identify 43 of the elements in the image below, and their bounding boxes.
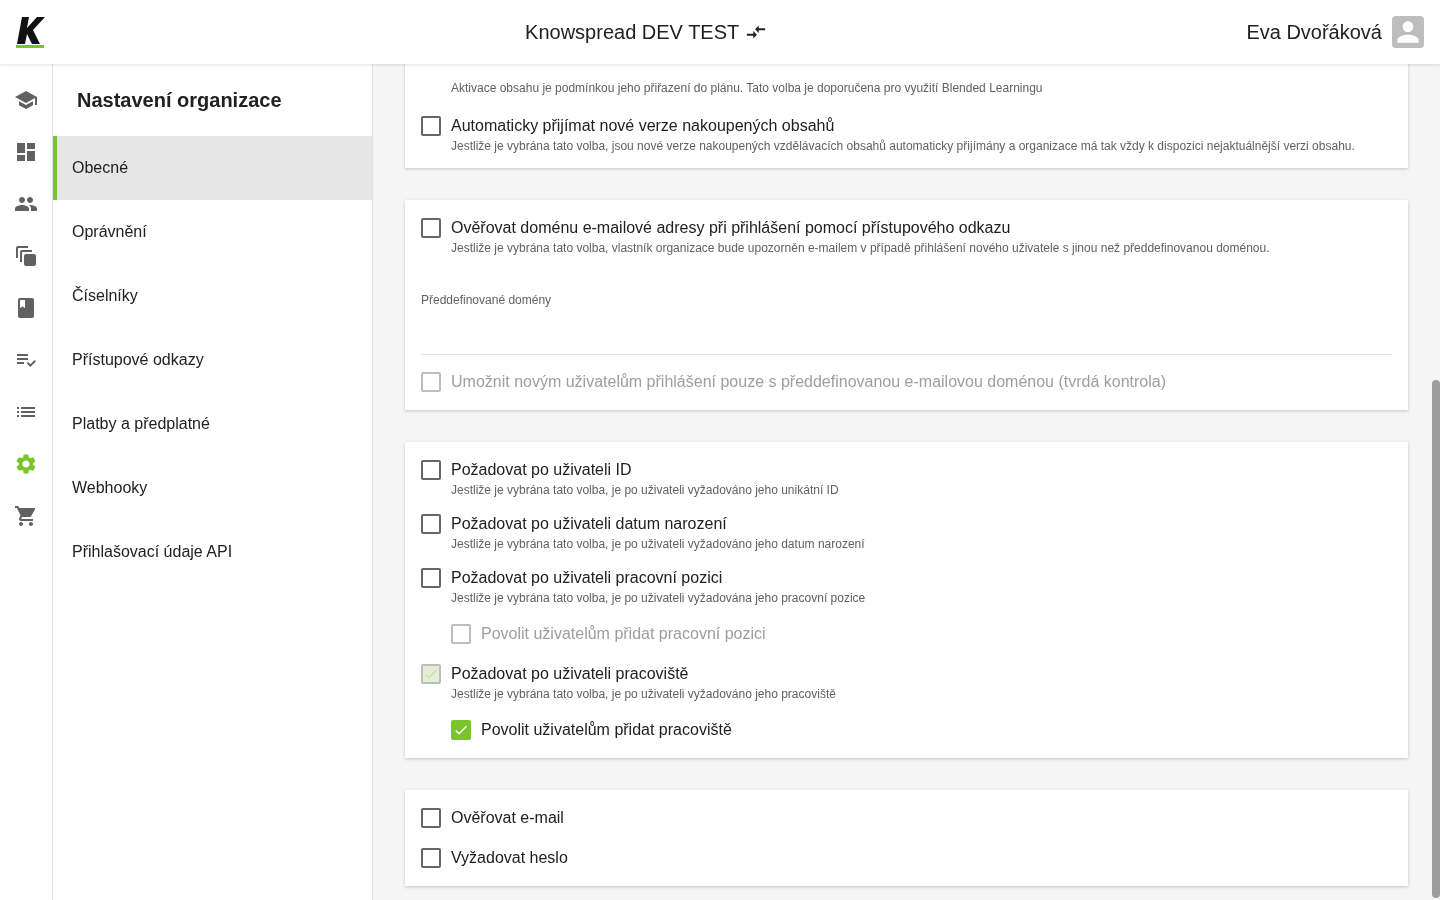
checkbox[interactable] bbox=[421, 808, 441, 828]
option-description: Jestliže je vybrána tato volba, je po uživateli vyžadováno jeho unikátní ID bbox=[451, 483, 839, 497]
option-label: Požadovat po uživateli datum narození bbox=[451, 514, 728, 534]
option-label: Povolit uživatelům přidat pracoviště bbox=[481, 720, 732, 740]
cart-icon[interactable] bbox=[14, 504, 38, 528]
option-description: Aktivace obsahu je podmínkou jeho přiřazení do plánu. Tato volba je doporučena pro využití Blended Learningu bbox=[451, 81, 1043, 95]
domains-field[interactable]: Předdefinované domény bbox=[421, 279, 1392, 355]
option-description: Jestliže je vybrána tato volba, je po uživateli vyžadováno jeho datum narození bbox=[451, 537, 865, 551]
menu-item[interactable]: Webhooky bbox=[53, 456, 372, 520]
scrollbar-thumb[interactable] bbox=[1432, 380, 1440, 898]
logo[interactable] bbox=[16, 15, 46, 49]
checkbox[interactable] bbox=[421, 514, 441, 534]
menu-item[interactable]: Přístupové odkazy bbox=[53, 328, 372, 392]
menu-item[interactable]: Platby a předplatné bbox=[53, 392, 372, 456]
stacked-cards-icon[interactable] bbox=[14, 244, 38, 268]
option-label: Povolit uživatelům přidat pracovní pozici bbox=[481, 624, 766, 644]
dashboard-icon[interactable] bbox=[14, 140, 38, 164]
graduation-cap-icon[interactable] bbox=[14, 88, 38, 112]
option-label: Ověřovat doménu e-mailové adresy při přihlášení pomocí přístupového odkazu bbox=[451, 218, 1012, 238]
checkbox[interactable] bbox=[421, 218, 441, 238]
option-label: Umožnit novým uživatelům přihlášení pouze s předdefinovanou e-mailovou doménou (tvrdá kontrola) bbox=[451, 372, 1167, 392]
option-description: Jestliže je vybrána tato volba, je po uživateli vyžadováno jeho pracoviště bbox=[451, 687, 836, 701]
menu-item[interactable]: Oprávnění bbox=[53, 200, 372, 264]
option-label: Ověřovat e-mail bbox=[451, 808, 564, 828]
option-description: Jestliže je vybrána tato volba, vlastník organizace bude upozorněn e-mailem v případě přihlášení nového uživatele s jinou než předdefinovanou doménou. bbox=[451, 241, 1270, 255]
field-label: Předdefinované domény bbox=[421, 293, 552, 307]
menu-item[interactable]: Obecné bbox=[53, 136, 372, 200]
menu-item[interactable]: Přihlašovací údaje API bbox=[53, 520, 372, 584]
checkbox[interactable] bbox=[421, 568, 441, 588]
option-label: Automaticky přijímat nové verze nakoupených obsahů bbox=[451, 116, 836, 136]
menu-title: Nastavení organizace bbox=[76, 88, 283, 113]
user-name[interactable]: Eva Dvořáková bbox=[1246, 17, 1382, 47]
checkbox[interactable] bbox=[421, 848, 441, 868]
option-label: Vyžadovat heslo bbox=[451, 848, 568, 868]
checkbox[interactable] bbox=[421, 116, 441, 136]
menu-item[interactable]: Číselníky bbox=[53, 264, 372, 328]
option-label: Požadovat po uživateli pracoviště bbox=[451, 664, 690, 684]
checkbox[interactable] bbox=[421, 460, 441, 480]
option-description: Jestliže je vybrána tato volba, jsou nové verze nakoupených vzdělávacích obsahů automaticky přijímány a organizace má tak vždy k dispozici nejaktuálnější verzi obsahu. bbox=[451, 139, 1355, 153]
option-description: Jestliže je vybrána tato volba, je po uživateli vyžadována jeho pracovní pozice bbox=[451, 591, 866, 605]
organization-title: Knowspread DEV TEST bbox=[525, 20, 740, 45]
option-label: Požadovat po uživateli pracovní pozici bbox=[451, 568, 724, 588]
option-label: Požadovat po uživateli ID bbox=[451, 460, 633, 480]
